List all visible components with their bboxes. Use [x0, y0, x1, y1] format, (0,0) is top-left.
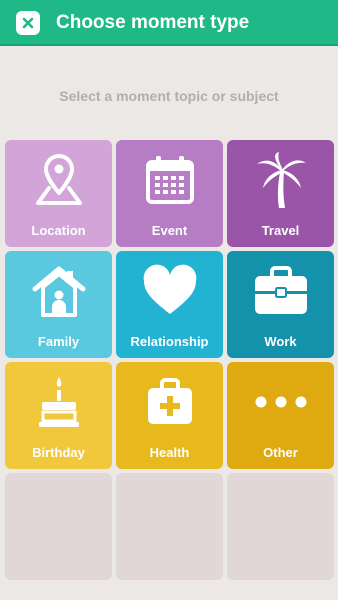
tile-label: Other: [263, 445, 298, 460]
tile-event[interactable]: Event: [116, 140, 223, 247]
heart-icon: [143, 264, 196, 314]
tile-birthday[interactable]: Birthday: [5, 362, 112, 469]
tile-label: Work: [264, 334, 297, 349]
briefcase-icon: [254, 266, 307, 314]
tile-label: Birthday: [32, 445, 85, 460]
tile-label: Location: [31, 223, 86, 238]
tile-travel[interactable]: Travel: [227, 140, 334, 247]
tile-other[interactable]: Other: [227, 362, 334, 469]
tile-label: Relationship: [130, 334, 209, 349]
tile-location[interactable]: Location: [5, 140, 112, 247]
tile-health[interactable]: Health: [116, 362, 223, 469]
tile-relationship[interactable]: Relationship: [116, 251, 223, 358]
tile-family[interactable]: Family: [5, 251, 112, 358]
first-aid-kit-icon: [147, 378, 192, 424]
empty-tile: [5, 473, 112, 580]
tile-label: Family: [37, 334, 80, 349]
tile-label: Event: [151, 223, 188, 238]
tile-label: Health: [149, 445, 190, 460]
tile-work[interactable]: Work: [227, 251, 334, 358]
more-icon: [255, 396, 306, 408]
empty-tile: [116, 473, 223, 580]
tile-label: Travel: [261, 223, 300, 238]
calendar-icon: [145, 156, 194, 204]
birthday-cake-icon: [38, 377, 79, 427]
palm-tree-icon: [256, 152, 306, 208]
empty-tile: [227, 473, 334, 580]
house-icon: [32, 266, 85, 317]
map-pin-icon: [35, 154, 82, 205]
moment-type-grid: Location Event Travel Family Relationshi…: [0, 0, 338, 600]
